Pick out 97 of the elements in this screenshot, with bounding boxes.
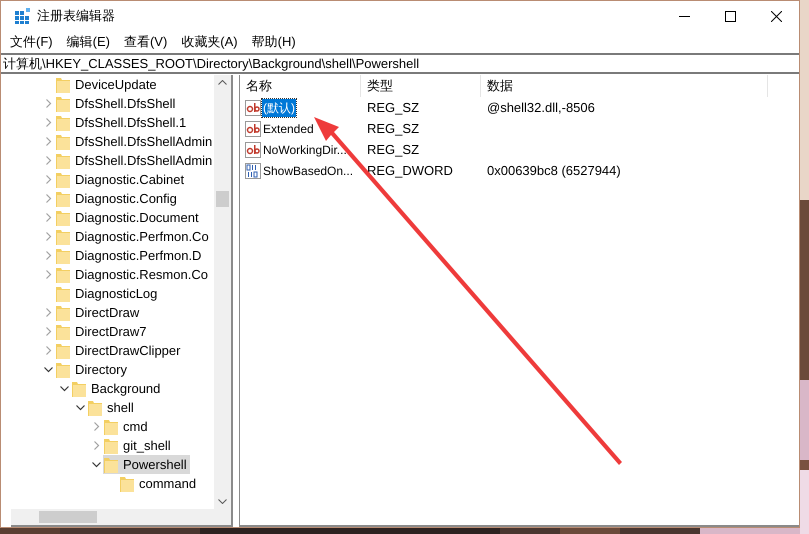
folder-icon bbox=[56, 134, 70, 150]
tree-item[interactable]: DfsShell.DfsShellAdmin bbox=[55, 132, 214, 151]
tree-item[interactable]: DirectDraw7 bbox=[55, 322, 150, 341]
string-value-icon bbox=[245, 142, 261, 158]
tree-item[interactable]: Diagnostic.Resmon.Co bbox=[55, 265, 211, 284]
value-name[interactable]: ShowBasedOn... bbox=[262, 162, 354, 180]
tree-item[interactable]: Diagnostic.Config bbox=[55, 189, 180, 208]
menu-item[interactable]: 帮助(H) bbox=[250, 32, 297, 52]
folder-icon bbox=[88, 400, 102, 416]
folder-icon bbox=[56, 114, 70, 130]
value-type: REG_SZ bbox=[366, 140, 420, 159]
menu-item[interactable]: 查看(V) bbox=[122, 32, 168, 52]
folder-icon bbox=[72, 380, 86, 396]
collapse-icon[interactable] bbox=[60, 384, 68, 393]
folder-icon bbox=[56, 172, 70, 188]
menu-item[interactable]: 文件(F) bbox=[9, 32, 54, 52]
window-title: 注册表编辑器 bbox=[37, 7, 115, 26]
expand-icon[interactable] bbox=[44, 270, 52, 279]
maximize-icon bbox=[724, 10, 736, 22]
expand-icon[interactable] bbox=[92, 422, 100, 431]
collapse-icon[interactable] bbox=[44, 365, 52, 374]
expand-icon[interactable] bbox=[44, 251, 52, 260]
binary-value-icon bbox=[245, 162, 261, 178]
tree-item[interactable]: DiagnosticLog bbox=[55, 284, 160, 303]
folder-icon bbox=[56, 266, 70, 282]
tree-item[interactable]: Directory bbox=[55, 360, 130, 379]
expand-icon[interactable] bbox=[44, 213, 52, 222]
folder-icon bbox=[104, 456, 118, 472]
tree-item[interactable]: DfsShell.DfsShell.1 bbox=[55, 113, 190, 132]
scroll-thumb[interactable] bbox=[216, 191, 229, 207]
address-path: 计算机\HKEY_CLASSES_ROOT\Directory\Background\shell\Powershell bbox=[3, 54, 420, 73]
folder-icon bbox=[56, 210, 70, 226]
expand-icon[interactable] bbox=[44, 194, 52, 203]
horizontal-scrollbar[interactable] bbox=[11, 509, 231, 525]
value-name[interactable]: Extended bbox=[262, 120, 315, 138]
column-header[interactable]: 名称 bbox=[240, 75, 361, 97]
expand-icon[interactable] bbox=[44, 232, 52, 241]
folder-icon bbox=[56, 190, 70, 206]
menu-item[interactable]: 收藏夹(A) bbox=[180, 32, 239, 52]
expand-icon[interactable] bbox=[92, 441, 100, 450]
tree-item[interactable]: DfsShell.DfsShell bbox=[55, 94, 178, 113]
folder-icon bbox=[104, 418, 118, 434]
folder-icon bbox=[120, 476, 134, 492]
tree-item[interactable]: Background bbox=[71, 379, 164, 398]
folder-icon bbox=[56, 342, 70, 358]
expand-icon[interactable] bbox=[44, 308, 52, 317]
scroll-up-icon[interactable] bbox=[218, 80, 227, 85]
vertical-scrollbar[interactable] bbox=[214, 75, 231, 509]
tree-item[interactable]: Diagnostic.Cabinet bbox=[55, 170, 188, 189]
folder-icon bbox=[104, 438, 118, 454]
folder-icon bbox=[56, 362, 70, 378]
value-name[interactable]: NoWorkingDir... bbox=[262, 140, 348, 158]
column-header[interactable]: 数据 bbox=[481, 75, 768, 97]
expand-icon[interactable] bbox=[44, 175, 52, 184]
value-type: REG_SZ bbox=[366, 120, 420, 138]
address-bar[interactable]: 计算机\HKEY_CLASSES_ROOT\Directory\Background\shell\Powershell bbox=[1, 53, 799, 74]
expand-icon[interactable] bbox=[44, 118, 52, 127]
value-name[interactable]: (默认) bbox=[262, 98, 296, 116]
tree-item[interactable]: Diagnostic.Perfmon.Co bbox=[55, 227, 212, 246]
registry-editor-icon bbox=[15, 8, 31, 24]
folder-icon bbox=[56, 96, 70, 112]
tree-item[interactable]: Diagnostic.Document bbox=[55, 208, 202, 227]
folder-icon bbox=[56, 248, 70, 264]
value-data: 0x00639bc8 (6527944) bbox=[486, 162, 621, 180]
tree-item[interactable]: DeviceUpdate bbox=[55, 75, 160, 94]
expand-icon[interactable] bbox=[44, 137, 52, 146]
tree-item[interactable]: DirectDrawClipper bbox=[55, 341, 184, 360]
expand-icon[interactable] bbox=[44, 156, 52, 165]
expand-icon[interactable] bbox=[44, 346, 52, 355]
folder-icon bbox=[56, 228, 70, 244]
scroll-thumb[interactable] bbox=[39, 511, 97, 523]
collapse-icon[interactable] bbox=[76, 403, 84, 412]
string-value-icon bbox=[245, 100, 261, 116]
folder-icon bbox=[56, 76, 70, 92]
value-type: REG_DWORD bbox=[366, 162, 454, 180]
tree-item[interactable]: shell bbox=[87, 398, 137, 417]
menu-item[interactable]: 编辑(E) bbox=[66, 32, 111, 52]
expand-icon[interactable] bbox=[44, 99, 52, 108]
tree-item[interactable]: Diagnostic.Perfmon.D bbox=[55, 246, 204, 265]
tree-item[interactable]: Powershell bbox=[103, 455, 190, 474]
string-value-icon bbox=[245, 120, 261, 136]
tree-item[interactable]: cmd bbox=[103, 417, 151, 436]
tree-item[interactable]: DirectDraw bbox=[55, 303, 142, 322]
value-type: REG_SZ bbox=[366, 98, 420, 117]
collapse-icon[interactable] bbox=[92, 460, 100, 469]
column-header[interactable]: 类型 bbox=[361, 75, 481, 97]
scroll-down-icon[interactable] bbox=[218, 499, 227, 504]
value-data: @shell32.dll,-8506 bbox=[486, 98, 595, 117]
tree-item[interactable]: DfsShell.DfsShellAdmin bbox=[55, 151, 214, 170]
tree-item[interactable]: command bbox=[119, 474, 200, 493]
expand-icon[interactable] bbox=[44, 327, 52, 336]
close-icon bbox=[770, 10, 782, 22]
folder-icon bbox=[56, 286, 70, 302]
folder-icon bbox=[56, 152, 70, 168]
folder-icon bbox=[56, 304, 70, 320]
folder-icon bbox=[56, 324, 70, 340]
tree-item[interactable]: git_shell bbox=[103, 436, 174, 455]
